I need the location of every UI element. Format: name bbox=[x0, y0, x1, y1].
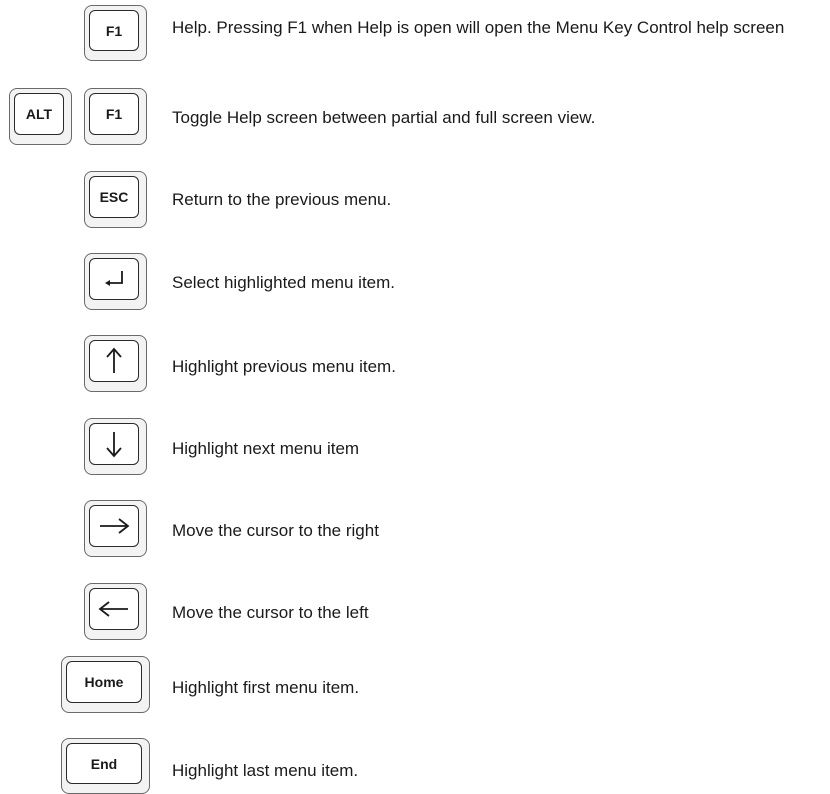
arrow-up-description: Highlight previous menu item. bbox=[172, 357, 396, 376]
arrow-left-icon bbox=[98, 601, 128, 617]
f1-key-combo-label: F1 bbox=[89, 93, 139, 135]
home-description: Highlight first menu item. bbox=[172, 678, 360, 697]
enter-description: Select highlighted menu item. bbox=[172, 273, 396, 292]
f1-key-combo: F1 bbox=[84, 88, 147, 145]
arrow-down-key bbox=[84, 418, 147, 475]
end-key-label: End bbox=[66, 743, 142, 784]
arrow-down-icon bbox=[106, 432, 122, 458]
alt-f1-description: Toggle Help screen between partial and f… bbox=[172, 108, 596, 127]
arrow-right-description: Move the cursor to the right bbox=[172, 521, 379, 540]
end-description: Highlight last menu item. bbox=[172, 761, 359, 780]
f1-help-description: Help. Pressing F1 when Help is open will… bbox=[172, 18, 785, 37]
arrow-up-key bbox=[84, 335, 147, 392]
f1-key-label: F1 bbox=[89, 10, 139, 51]
end-key: End bbox=[61, 738, 150, 794]
esc-key: ESC bbox=[84, 171, 147, 228]
arrow-up-icon bbox=[106, 347, 122, 373]
alt-key-label: ALT bbox=[14, 93, 64, 135]
esc-description: Return to the previous menu. bbox=[172, 190, 392, 209]
alt-key: ALT bbox=[9, 88, 72, 145]
arrow-right-key bbox=[84, 500, 147, 557]
enter-icon bbox=[105, 271, 123, 286]
home-key-label: Home bbox=[66, 661, 142, 703]
arrow-left-key bbox=[84, 583, 147, 640]
esc-key-label: ESC bbox=[89, 176, 139, 218]
arrow-left-description: Move the cursor to the left bbox=[172, 603, 369, 622]
arrow-right-icon bbox=[100, 518, 130, 534]
home-key: Home bbox=[61, 656, 150, 713]
arrow-down-description: Highlight next menu item bbox=[172, 439, 360, 458]
enter-key bbox=[84, 253, 147, 310]
f1-key: F1 bbox=[84, 5, 147, 61]
